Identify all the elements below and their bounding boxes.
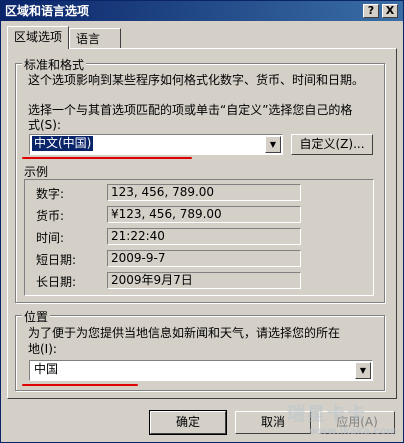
window-title: 区域和语言选项 — [5, 4, 90, 18]
location-group-title: 位置 — [22, 308, 51, 325]
format-select-value: 中文(中国) — [30, 135, 95, 152]
tab-languages[interactable]: 语言 — [69, 28, 121, 48]
standards-group: 标准和格式 这个选项影响到某些程序如何格式化数字、货币、时间和日期。 选择一个与… — [15, 56, 385, 303]
sample-value-time: 21:22:40 — [107, 228, 301, 245]
sample-label: 短日期: — [36, 253, 77, 267]
standards-group-title: 标准和格式 — [22, 56, 87, 73]
help-button[interactable]: ? — [363, 4, 379, 18]
ok-button[interactable]: 确定 — [149, 410, 227, 435]
customize-button[interactable]: 自定义(Z)... — [291, 134, 373, 155]
sample-value-long-date: 2009年9月7日 — [107, 272, 301, 289]
location-select[interactable]: 中国 ▼ — [29, 360, 373, 381]
dialog-window: 区域和语言选项 ? X 区域选项 语言 标准和格式 这个选项影响到某些程序如何格… — [0, 0, 404, 443]
sample-value-currency: ¥123, 456, 789.00 — [107, 206, 301, 223]
location-group: 位置 为了便于为您提供当地信息如新闻和天气，请选择您的所在 地(I): 中国 ▼ — [15, 308, 385, 391]
location-description-line2: 地(I): — [28, 342, 57, 356]
samples-frame: 数字: 123, 456, 789.00 货币: ¥123, 456, 789.… — [24, 179, 374, 296]
red-annotation-underline — [22, 157, 192, 159]
select-prompt-line1: 选择一个与其首选项匹配的项或单击“自定义”选择您自己的格 — [28, 103, 353, 117]
tab-label: 语言 — [76, 32, 101, 46]
close-button[interactable]: X — [382, 4, 398, 18]
location-description-line1: 为了便于为您提供当地信息如新闻和天气，请选择您的所在 — [28, 326, 341, 340]
standards-description: 这个选项影响到某些程序如何格式化数字、货币、时间和日期。 — [28, 73, 365, 87]
watermark-site: www.ikaka.com — [308, 426, 397, 437]
watermark-logo: 瑞星卡卡 www.ikaka.com — [287, 400, 397, 438]
select-prompt-line2: 式(S): — [28, 118, 62, 132]
tab-panel: 标准和格式 这个选项影响到某些程序如何格式化数字、货币、时间和日期。 选择一个与… — [7, 48, 397, 399]
tab-label: 区域选项 — [14, 30, 63, 44]
watermark-brand: 瑞星卡卡 — [287, 404, 367, 425]
chevron-down-icon[interactable]: ▼ — [265, 136, 281, 153]
sample-label: 数字: — [36, 187, 65, 201]
red-annotation-underline — [22, 384, 138, 386]
chevron-down-icon[interactable]: ▼ — [355, 362, 371, 379]
sample-value-short-date: 2009-9-7 — [107, 250, 301, 267]
title-bar[interactable]: 区域和语言选项 ? X — [1, 1, 403, 21]
sample-value-number: 123, 456, 789.00 — [107, 184, 301, 201]
location-select-value: 中国 — [34, 362, 59, 376]
sample-label: 时间: — [36, 231, 65, 245]
format-select[interactable]: 中文(中国) ▼ — [29, 134, 283, 155]
tab-regional-options[interactable]: 区域选项 — [7, 26, 69, 49]
sample-label: 货币: — [36, 209, 65, 223]
samples-title: 示例 — [24, 165, 49, 179]
sample-label: 长日期: — [36, 275, 77, 289]
